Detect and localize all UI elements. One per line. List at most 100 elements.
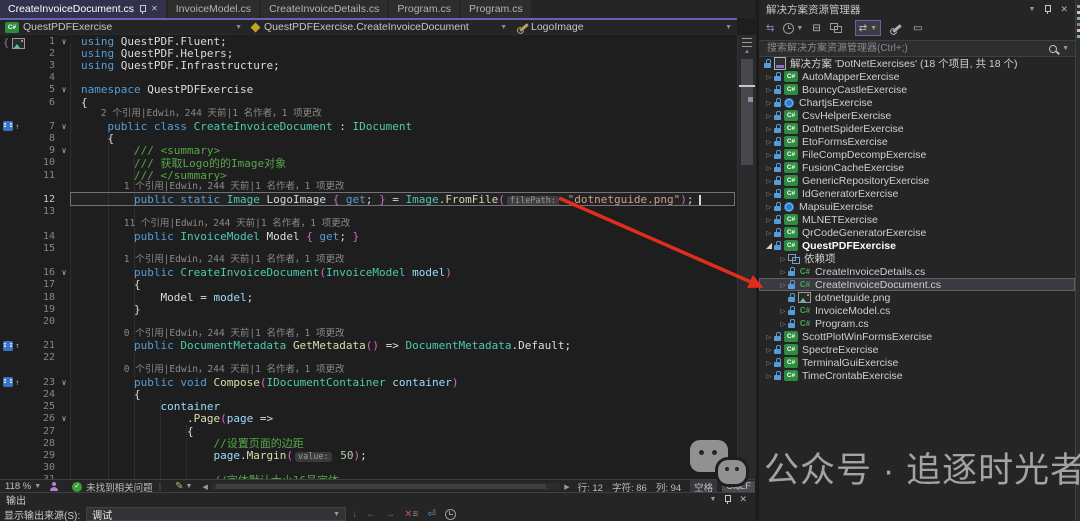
tree-item[interactable]: ▷MapsuiExercise — [759, 200, 1075, 213]
implements-glyph-icon[interactable] — [3, 341, 13, 351]
live-share-icon[interactable] — [49, 482, 58, 491]
clear-all-icon[interactable]: ✕≡ — [404, 509, 418, 520]
code-text[interactable]: .Page(page => — [73, 412, 273, 425]
fold-arrow-icon[interactable]: ∨ — [55, 122, 73, 131]
collapsed-arrow-icon[interactable]: ▷ — [778, 281, 788, 289]
zoom-level[interactable]: 118 % — [5, 481, 31, 492]
chevron-down-icon[interactable]: ▼ — [494, 24, 507, 31]
fold-arrow-icon[interactable]: ∨ — [55, 85, 73, 94]
horizontal-scrollbar[interactable] — [212, 483, 560, 490]
code-text[interactable]: { — [73, 278, 141, 291]
chevron-down-icon[interactable]: ▼ — [1062, 45, 1069, 52]
collapsed-arrow-icon[interactable]: ▷ — [764, 86, 774, 94]
chevron-down-icon[interactable]: ▼ — [34, 483, 41, 490]
fold-arrow-icon[interactable]: ∨ — [55, 37, 73, 46]
collapsed-arrow-icon[interactable]: ▷ — [778, 307, 788, 315]
pin-icon[interactable] — [724, 495, 731, 504]
tree-item[interactable]: ▷CreateInvoiceDocument.cs — [759, 278, 1075, 291]
jump-icon[interactable]: ↓ — [352, 509, 357, 520]
breadcrumb-member[interactable]: LogoImage ▼ — [512, 20, 737, 34]
clock-icon[interactable] — [445, 509, 456, 520]
prev-message-icon[interactable]: ← — [366, 509, 376, 520]
collapsed-arrow-icon[interactable]: ▷ — [764, 177, 774, 185]
collapsed-arrow-icon[interactable]: ▷ — [764, 125, 774, 133]
code-text[interactable]: public void Compose(IDocumentContainer c… — [73, 376, 459, 389]
editor-tab[interactable]: CreateInvoiceDetails.cs — [261, 0, 387, 18]
tree-item[interactable]: ▷EtoFormsExercise — [759, 135, 1075, 148]
implements-glyph-icon[interactable] — [3, 377, 13, 387]
code-text[interactable]: using QuestPDF.Fluent; — [73, 35, 227, 48]
expanded-arrow-icon[interactable]: ◢ — [764, 241, 774, 250]
code-text[interactable]: public static Image LogoImage { get; } =… — [73, 193, 701, 206]
tree-item[interactable]: ▷BouncyCastleExercise — [759, 83, 1075, 96]
tree-item[interactable]: ▷TimeCrontabExercise — [759, 369, 1075, 382]
word-wrap-icon[interactable]: ⏎ — [427, 509, 435, 520]
code-text[interactable]: namespace QuestPDFExercise — [73, 83, 253, 96]
collapsed-arrow-icon[interactable]: ▷ — [764, 112, 774, 120]
chevron-down-icon[interactable]: ▼ — [186, 483, 193, 490]
switch-views-icon[interactable]: ⇆ — [766, 23, 774, 34]
codelens-link[interactable]: 1 个引用|Edwin，244 天前|1 名作者，1 项更改 — [0, 254, 737, 266]
breadcrumb-type[interactable]: QuestPDFExercise.CreateInvoiceDocument ▼ — [247, 20, 512, 34]
collapsed-arrow-icon[interactable]: ▷ — [764, 203, 774, 211]
output-source-select[interactable]: 调试 ▼ — [86, 507, 346, 521]
scrollbar-thumb[interactable] — [216, 484, 546, 489]
codelens-link[interactable]: 11 个引用|Edwin，244 天前|1 名作者，1 项更改 — [0, 218, 737, 230]
tree-item[interactable]: ▷InvoiceModel.cs — [759, 304, 1075, 317]
tree-item[interactable]: ▷AutoMapperExercise — [759, 70, 1075, 83]
editor-tab[interactable]: Program.cs — [461, 0, 531, 18]
preview-icon[interactable]: ▭ — [913, 23, 922, 34]
editor-vertical-scrollbar[interactable]: ▲ ▼ — [737, 35, 756, 479]
next-message-icon[interactable]: → — [385, 509, 395, 520]
code-text[interactable]: public DocumentMetadata GetMetadata() =>… — [73, 339, 571, 352]
collapsed-arrow-icon[interactable]: ▷ — [764, 216, 774, 224]
collapsed-arrow-icon[interactable]: ▷ — [778, 320, 788, 328]
editor-tab[interactable]: InvoiceModel.cs — [168, 0, 259, 18]
code-text[interactable]: public InvoiceModel Model { get; } — [73, 230, 359, 243]
code-text[interactable]: using QuestPDF.Infrastructure; — [73, 59, 280, 72]
collapsed-arrow-icon[interactable]: ▷ — [764, 229, 774, 237]
code-text[interactable]: //字体默认大小16号字体 — [73, 472, 339, 479]
code-text[interactable]: public class CreateInvoiceDocument : IDo… — [73, 120, 412, 133]
scroll-right-icon[interactable]: ▶ — [564, 483, 569, 491]
tree-item[interactable]: ▷CsvHelperExercise — [759, 109, 1075, 122]
breadcrumb-project[interactable]: QuestPDFExercise ▼ — [0, 20, 247, 34]
fold-arrow-icon[interactable]: ∨ — [55, 146, 73, 155]
editor-tab[interactable]: Program.cs — [389, 0, 459, 18]
tree-item[interactable]: ▷FusionCacheExercise — [759, 161, 1075, 174]
code-text[interactable]: { — [73, 96, 88, 109]
collapsed-arrow-icon[interactable]: ▷ — [764, 151, 774, 159]
chevron-down-icon[interactable]: ▼ — [710, 496, 717, 503]
collapsed-arrow-icon[interactable]: ▷ — [764, 164, 774, 172]
code-text[interactable]: using QuestPDF.Helpers; — [73, 47, 233, 60]
scrollbar-thumb[interactable] — [741, 59, 753, 165]
sync-active-document-toggle[interactable]: ⇄▼ — [855, 20, 881, 36]
collapsed-arrow-icon[interactable]: ▷ — [764, 372, 774, 380]
tree-item[interactable]: ▷QrCodeGeneratorExercise — [759, 226, 1075, 239]
codelens-link[interactable]: 0 个引用|Edwin，244 天前|1 名作者，1 项更改 — [0, 364, 737, 376]
code-text[interactable]: container — [73, 400, 220, 413]
close-icon[interactable]: ✕ — [1060, 4, 1068, 15]
collapsed-arrow-icon[interactable]: ▷ — [778, 268, 788, 276]
chevron-down-icon[interactable]: ▼ — [1029, 6, 1036, 13]
code-text[interactable]: { — [73, 388, 141, 401]
collapsed-arrow-icon[interactable]: ▷ — [764, 359, 774, 367]
health-check-icon[interactable]: ✓ — [72, 482, 82, 492]
wrench-icon[interactable] — [892, 24, 902, 33]
collapsed-arrow-icon[interactable]: ▷ — [764, 138, 774, 146]
tree-item[interactable]: 解决方案 'DotNetExercises' (18 个项目, 共 18 个) — [759, 57, 1075, 70]
code-text[interactable]: { — [73, 132, 114, 145]
pending-changes-icon[interactable] — [783, 23, 794, 34]
tree-item[interactable]: ▷ScottPlotWinFormsExercise — [759, 330, 1075, 343]
collapsed-arrow-icon[interactable]: ▷ — [764, 73, 774, 81]
tree-item[interactable]: ▷Program.cs — [759, 317, 1075, 330]
code-text[interactable]: public CreateInvoiceDocument(InvoiceMode… — [73, 266, 452, 279]
close-icon[interactable]: ✕ — [151, 0, 158, 18]
chevron-down-icon[interactable]: ▼ — [719, 24, 732, 31]
editor-tab[interactable]: CreateInvoiceDocument.cs✕ — [0, 0, 166, 18]
tree-item[interactable]: ▷MLNETExercise — [759, 213, 1075, 226]
tree-item[interactable]: ▷ChartjsExercise — [759, 96, 1075, 109]
collapsed-arrow-icon[interactable]: ▷ — [764, 190, 774, 198]
properties-icon[interactable] — [830, 23, 846, 34]
tree-item[interactable]: ▷GenericRepositoryExercise — [759, 174, 1075, 187]
